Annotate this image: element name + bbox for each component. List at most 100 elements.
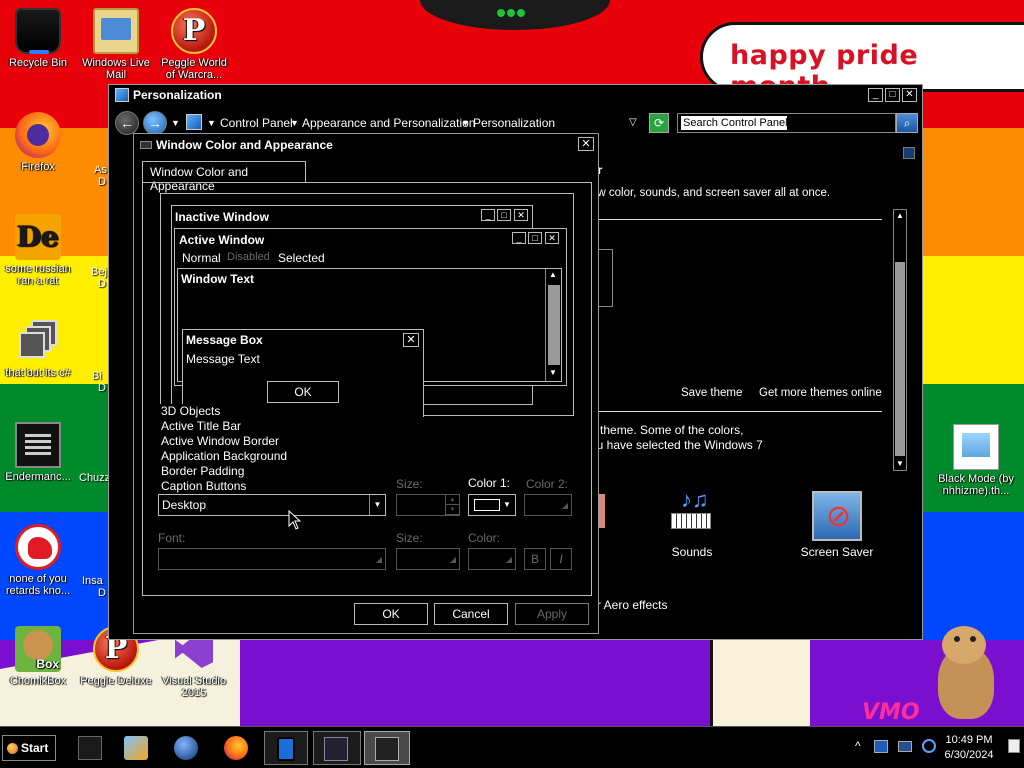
action-center-icon[interactable] [874,740,888,753]
forward-arrow-icon[interactable]: → [143,111,167,135]
help-icon[interactable] [903,147,915,159]
control-panel-icon [186,114,202,130]
desktop-icon-endermanch[interactable]: Endermanc... [0,422,76,483]
font-color-picker[interactable]: ◢ [468,548,516,570]
sounds-button[interactable]: Sounds [647,487,737,559]
show-desktop-icon[interactable] [1008,739,1020,753]
item-select[interactable]: Desktop ▼ [158,494,386,516]
desktop-icon-none-of-you[interactable]: none of you retards kno... [0,524,76,597]
desktop-icon-chomikbox[interactable]: Box ChomikBox [0,626,76,687]
peggle-icon: P [171,8,217,54]
preview-maximize-icon: □ [497,209,511,221]
theme-list-scrollbar[interactable]: ▲ ▼ [893,209,907,471]
taskbar: Start ^ 10:49 PM 6/30/2024 [0,726,1024,768]
desktop-icon-that-but-csharp[interactable]: that but its c# [0,318,76,379]
control-panel-icon [375,737,399,761]
scrollbar-thumb[interactable] [895,262,905,456]
divider [599,219,882,220]
font-size-select[interactable]: ◢ [396,548,460,570]
chomikbox-icon: Box [15,626,61,672]
appearance-preview[interactable]: Inactive Window _ □ ✕ Active Window _ □ … [160,193,574,417]
recent-pages-chevron-icon[interactable]: ▼ [171,118,180,128]
desktop-icon-some-russian[interactable]: De some russian ran a rat [0,214,76,287]
preview-menu-disabled: Disabled [227,251,270,263]
back-arrow-icon[interactable]: ← [115,111,139,135]
dialog-close-button[interactable]: ✕ [578,137,594,151]
preview-close-icon: ✕ [514,209,528,221]
volume-icon[interactable] [922,739,936,753]
breadcrumb-personalization[interactable]: Personalization [473,116,555,130]
scrollbar-thumb [548,285,560,365]
chevron-down-icon[interactable]: ▼ [290,118,299,128]
list-item[interactable]: Active Title Bar [159,419,389,434]
preview-msgbox-ok-button: OK [267,381,339,403]
scroll-down-icon[interactable]: ▼ [895,459,905,469]
scroll-down-icon: ▼ [549,368,557,377]
chevron-down-icon[interactable]: ▼ [461,118,470,128]
italic-button[interactable]: I [550,548,572,570]
sounds-icon [667,487,717,541]
partial-label: D [98,382,106,394]
list-item[interactable]: Caption Buttons [159,479,389,494]
system-clock[interactable]: 10:49 PM 6/30/2024 [936,733,1002,763]
save-theme-link[interactable]: Save theme [681,387,742,399]
taskbar-app-2[interactable] [313,731,361,765]
address-dropdown-chevron-icon[interactable]: ▽ [629,117,637,128]
ok-button[interactable]: OK [354,603,428,625]
de-app-icon: De [15,214,61,260]
close-button[interactable]: ✕ [902,88,917,102]
dialog-title: Window Color and Appearance [156,138,333,152]
list-item[interactable]: Active Window Border [159,434,389,449]
cancel-button[interactable]: Cancel [434,603,508,625]
start-button[interactable]: Start [2,735,56,761]
list-item[interactable]: 3D Objects [159,404,389,419]
network-icon[interactable] [898,741,912,752]
desktop-icon-firefox[interactable]: Firefox [0,112,76,173]
breadcrumb-appearance[interactable]: Appearance and Personalization [302,116,475,130]
desktop-icon-windows-live-mail[interactable]: Windows Live Mail [78,8,154,81]
minimize-button[interactable]: _ [868,88,883,102]
list-item[interactable]: Application Background [159,449,389,464]
tray-overflow-chevron-icon[interactable]: ^ [855,739,861,753]
desktop-icon-black-mode-theme[interactable]: Black Mode (by nhhizme).th... [936,424,1016,497]
scroll-up-icon[interactable]: ▲ [895,211,905,221]
personalization-titlebar[interactable]: Personalization _ □ ✕ [109,85,922,105]
get-more-themes-link[interactable]: Get more themes online [759,387,882,399]
spinner-arrows-icon[interactable]: ▲ ▼ [445,495,459,515]
chevron-down-icon[interactable]: ▼ [499,495,515,515]
desktop-icon-peggle-wow[interactable]: P Peggle World of Warcra... [156,8,232,81]
maximize-button[interactable]: □ [885,88,900,102]
wallpaper-watermark: VMO [862,700,920,725]
item-size-spinner[interactable]: ▲ ▼ [396,494,460,516]
clock-date: 6/30/2024 [944,749,994,761]
chevron-down-icon[interactable]: ▼ [369,495,385,515]
chevron-down-icon[interactable]: ▼ [207,118,216,128]
font-color-label: Color: [468,531,501,545]
apply-button[interactable]: Apply [515,603,589,625]
list-item[interactable]: Border Padding [159,464,389,479]
item-dropdown-list[interactable]: 3D Objects Active Title Bar Active Windo… [159,404,389,494]
search-input[interactable] [681,116,787,130]
tab-window-color-appearance[interactable]: Window Color and Appearance [142,161,306,193]
globe-icon [174,736,198,760]
taskbar-pin-browser[interactable] [164,731,208,765]
taskbar-pin-firefox[interactable] [214,731,258,765]
color1-picker[interactable]: ▼ [468,494,516,516]
font-select[interactable]: ◢ [158,548,386,570]
taskbar-personalization[interactable] [364,731,410,765]
taskbar-pin-file-explorer[interactable] [68,731,112,765]
taskbar-pin-media-player[interactable] [114,731,158,765]
desktop-icon-recycle-bin[interactable]: Recycle Bin [0,8,76,69]
screen-saver-button[interactable]: Screen Saver [792,491,882,559]
search-box[interactable] [677,113,896,133]
color2-picker[interactable]: ◢ [524,494,572,516]
breadcrumb-control-panel[interactable]: Control Panel [220,116,293,130]
window-color-appearance-dialog[interactable]: Window Color and Appearance ✕ Window Col… [133,133,599,634]
taskbar-app-1[interactable] [264,731,308,765]
preview-scrollbar: ▲ ▼ [545,269,561,381]
mail-icon [93,8,139,54]
bold-button[interactable]: B [524,548,546,570]
aero-effects-text[interactable]: r Aero effects [597,598,667,612]
search-icon[interactable]: ⌕ [896,113,918,133]
refresh-icon[interactable]: ⟳ [649,113,669,133]
